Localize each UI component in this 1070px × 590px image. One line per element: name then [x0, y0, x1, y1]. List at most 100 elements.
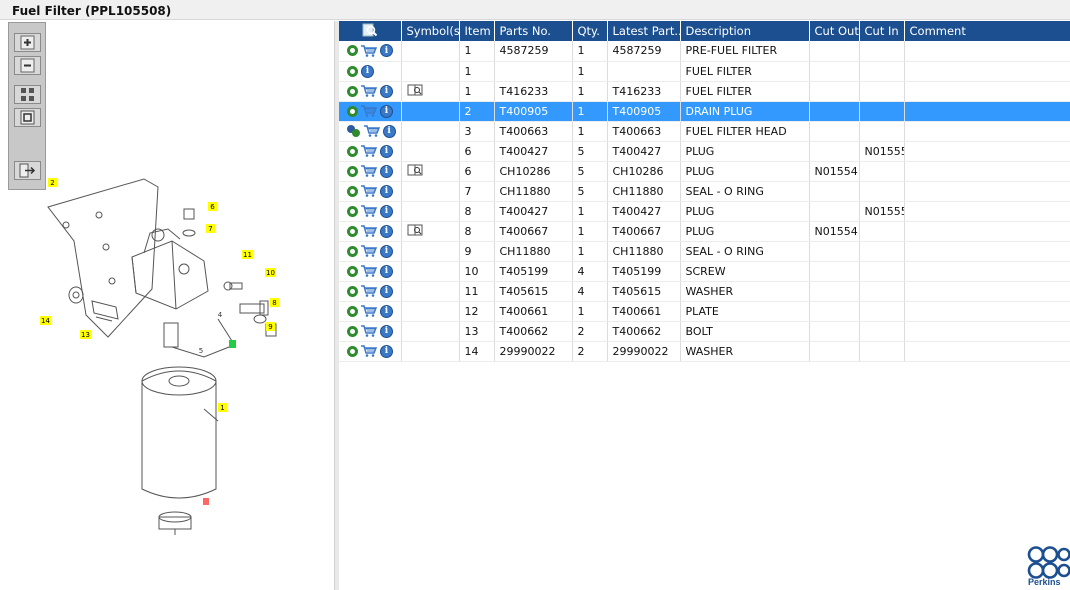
diagram-pane[interactable]: 2 6 7 11 10 8 9 14 13 4 5 1 [4, 21, 335, 590]
cart-icon[interactable] [361, 285, 378, 297]
cell-cut-in [859, 181, 905, 202]
gear-icon[interactable] [347, 205, 358, 217]
gear-icon[interactable] [347, 265, 358, 277]
cart-icon[interactable] [363, 125, 380, 137]
column-header-description[interactable]: Description [680, 21, 810, 41]
cell-symbol [401, 341, 460, 362]
cart-icon[interactable] [361, 245, 378, 257]
cell-cut-out: N01554 [809, 221, 860, 242]
gear-icon[interactable] [347, 285, 358, 297]
column-header-qty[interactable]: Qty. [572, 21, 608, 41]
column-header-search[interactable] [339, 21, 402, 41]
info-icon[interactable]: i [380, 104, 393, 118]
cart-icon[interactable] [361, 325, 378, 337]
info-icon[interactable]: i [380, 244, 393, 258]
table-row[interactable]: i 1 T416233 1 T416233 FUEL FILTER [339, 81, 1070, 102]
info-icon[interactable]: i [380, 204, 393, 218]
table-row[interactable]: i 1 4587259 1 4587259 PRE-FUEL FILTER [339, 41, 1070, 62]
cart-icon[interactable] [361, 205, 378, 217]
assembly-icon[interactable] [347, 125, 361, 137]
table-row[interactable]: i 3 T400663 1 T400663 FUEL FILTER HEAD [339, 121, 1070, 142]
cell-symbol [401, 61, 460, 82]
info-icon[interactable]: i [380, 44, 393, 58]
table-row[interactable]: i 8 T400427 1 T400427 PLUG N01555 [339, 201, 1070, 222]
svg-text:10: 10 [266, 269, 275, 277]
table-row[interactable]: i 12 T400661 1 T400661 PLATE [339, 301, 1070, 322]
cart-icon[interactable] [361, 45, 378, 57]
info-icon[interactable]: i [380, 284, 393, 298]
svg-text:14: 14 [41, 317, 50, 325]
table-row[interactable]: i 13 T400662 2 T400662 BOLT [339, 321, 1070, 342]
info-icon[interactable]: i [380, 144, 393, 158]
cell-actions: i [339, 321, 402, 342]
cell-cut-in [859, 161, 905, 182]
cart-icon[interactable] [361, 345, 378, 357]
window-title: Fuel Filter (PPL105508) [12, 4, 172, 18]
gear-icon[interactable] [347, 65, 358, 77]
book-search-icon[interactable] [407, 224, 423, 236]
cell-description: DRAIN PLUG [680, 101, 810, 122]
info-icon[interactable]: i [380, 224, 393, 238]
table-row[interactable]: i 1 1 FUEL FILTER [339, 61, 1070, 82]
table-row[interactable]: i 14 29990022 2 29990022 WASHER [339, 341, 1070, 362]
table-row[interactable]: i 9 CH11880 1 CH11880 SEAL - O RING [339, 241, 1070, 262]
gear-icon[interactable] [347, 185, 358, 197]
column-header-cut-out[interactable]: Cut Out [809, 21, 860, 41]
cell-cut-out [809, 301, 860, 322]
column-header-item[interactable]: Item [459, 21, 495, 41]
book-search-icon[interactable] [407, 164, 423, 176]
cell-cut-in [859, 81, 905, 102]
info-icon[interactable]: i [361, 64, 374, 78]
cart-icon[interactable] [361, 85, 378, 97]
info-icon[interactable]: i [380, 184, 393, 198]
info-icon[interactable]: i [380, 304, 393, 318]
table-row[interactable]: i 10 T405199 4 T405199 SCREW [339, 261, 1070, 282]
gear-icon[interactable] [347, 165, 358, 177]
gear-icon[interactable] [347, 85, 358, 97]
cell-symbol [401, 121, 460, 142]
gear-icon[interactable] [347, 245, 358, 257]
book-search-icon[interactable] [407, 84, 423, 96]
cell-comment [904, 261, 1070, 282]
cell-latest-part: T400663 [607, 121, 681, 142]
cell-cut-out [809, 101, 860, 122]
cart-icon[interactable] [361, 165, 378, 177]
cart-icon[interactable] [361, 305, 378, 317]
table-row[interactable]: i 11 T405615 4 T405615 WASHER [339, 281, 1070, 302]
cart-icon[interactable] [361, 265, 378, 277]
cell-cut-in [859, 261, 905, 282]
gear-icon[interactable] [347, 305, 358, 317]
gear-icon[interactable] [347, 105, 358, 117]
gear-icon[interactable] [347, 145, 358, 157]
cart-icon[interactable] [361, 225, 378, 237]
cart-icon[interactable] [361, 105, 378, 117]
gear-icon[interactable] [347, 225, 358, 237]
column-header-symbols[interactable]: Symbol(s) [401, 21, 460, 41]
column-header-cut-in[interactable]: Cut In [859, 21, 905, 41]
info-icon[interactable]: i [380, 84, 393, 98]
cell-comment [904, 101, 1070, 122]
cart-icon[interactable] [361, 145, 378, 157]
info-icon[interactable]: i [380, 264, 393, 278]
exploded-diagram[interactable]: 2 6 7 11 10 8 9 14 13 4 5 1 [4, 21, 335, 590]
cell-cut-in [859, 241, 905, 262]
gear-icon[interactable] [347, 325, 358, 337]
column-header-comment[interactable]: Comment [904, 21, 1070, 41]
table-row[interactable]: i 2 T400905 1 T400905 DRAIN PLUG [339, 101, 1070, 122]
column-header-latest-part[interactable]: Latest Part... [607, 21, 681, 41]
table-row[interactable]: i 8 T400667 1 T400667 PLUG N01554 [339, 221, 1070, 242]
table-row[interactable]: i 6 T400427 5 T400427 PLUG N01555 [339, 141, 1070, 162]
column-header-parts-no[interactable]: Parts No. [494, 21, 573, 41]
cart-icon[interactable] [361, 185, 378, 197]
table-row[interactable]: i 6 CH10286 5 CH10286 PLUG N01554 [339, 161, 1070, 182]
table-header-row: Symbol(s) Item Parts No. Qty. Latest Par… [339, 21, 1070, 41]
table-row[interactable]: i 7 CH11880 5 CH11880 SEAL - O RING [339, 181, 1070, 202]
info-icon[interactable]: i [380, 344, 393, 358]
info-icon[interactable]: i [382, 124, 396, 138]
cell-latest-part: T400667 [607, 221, 681, 242]
info-icon[interactable]: i [380, 164, 393, 178]
cell-item: 9 [459, 241, 495, 262]
gear-icon[interactable] [347, 345, 358, 357]
gear-icon[interactable] [347, 45, 358, 57]
info-icon[interactable]: i [380, 324, 393, 338]
